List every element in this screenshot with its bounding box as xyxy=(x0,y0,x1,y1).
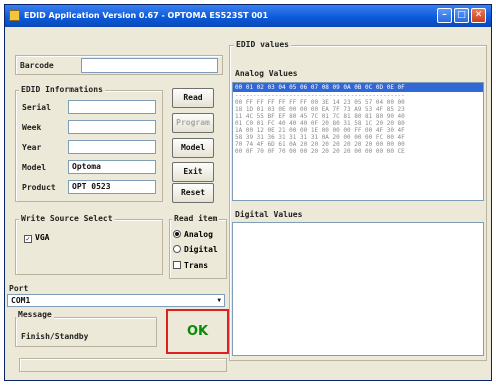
hex-row: 70 74 4F 6D 61 0A 20 20 20 20 20 20 20 0… xyxy=(235,141,405,148)
barcode-input[interactable] xyxy=(81,58,218,73)
vga-checkbox[interactable]: ✓ VGA xyxy=(24,233,49,243)
product-label: Product xyxy=(22,183,56,192)
app-window: EDID Application Version 0.67 - OPTOMA E… xyxy=(4,4,492,381)
vga-label: VGA xyxy=(35,233,50,242)
message-text: Finish/Standby xyxy=(21,332,89,341)
hex-row: 01 C0 01 FC 40 40 40 0F 20 80 31 58 1C 2… xyxy=(235,120,405,127)
read-item-title: Read item xyxy=(172,214,220,223)
close-icon[interactable]: ✕ xyxy=(471,8,486,23)
program-button[interactable]: Program xyxy=(172,113,214,133)
model-button[interactable]: Model xyxy=(172,138,214,158)
barcode-label: Barcode xyxy=(20,61,54,70)
week-field[interactable] xyxy=(68,120,156,134)
ok-status-indicator: OK xyxy=(166,309,229,354)
hex-row: 00 FF FF FF FF FF FF 00 3E 14 23 05 57 0… xyxy=(235,99,405,106)
serial-field[interactable] xyxy=(68,100,156,114)
hex-row: 00 0F 70 0F 70 00 00 20 20 20 20 00 00 0… xyxy=(235,148,405,155)
trans-checkbox[interactable]: Trans xyxy=(173,261,208,270)
product-field[interactable]: OPT 0523 xyxy=(68,180,156,194)
message-title: Message xyxy=(16,310,54,319)
hex-row: 18 1D 01 03 0E 00 00 00 EA 7F 73 A9 53 4… xyxy=(235,106,405,113)
analog-hex-view[interactable]: 00 01 02 03 04 05 06 07 08 09 0A 0B 0C 0… xyxy=(232,82,484,201)
chevron-down-icon: ▼ xyxy=(217,297,221,304)
checkbox-checked-icon: ✓ xyxy=(24,235,32,243)
minimize-icon[interactable]: – xyxy=(437,8,452,23)
hex-row: 11 4C 55 BF EF 80 45 7C 01 7C 81 80 81 8… xyxy=(235,113,405,120)
serial-label: Serial xyxy=(22,103,51,112)
read-button[interactable]: Read xyxy=(172,88,214,108)
trans-label: Trans xyxy=(184,261,209,270)
app-icon xyxy=(9,10,20,21)
title-bar[interactable]: EDID Application Version 0.67 - OPTOMA E… xyxy=(5,5,491,27)
status-bar xyxy=(19,358,227,372)
write-source-title: Write Source Select xyxy=(19,214,115,223)
analog-label: Analog xyxy=(184,230,213,239)
hex-row: 1A 00 12 0E 21 00 00 1E 00 00 00 FF 00 4… xyxy=(235,127,405,134)
hex-divider: ----------------------------------------… xyxy=(235,92,405,99)
analog-values-title: Analog Values xyxy=(235,69,298,78)
digital-hex-view[interactable] xyxy=(232,222,484,356)
analog-radio[interactable]: Analog xyxy=(173,230,213,239)
hex-header-row: 00 01 02 03 04 05 06 07 08 09 0A 0B 0C 0… xyxy=(233,83,483,92)
year-label: Year xyxy=(22,143,42,152)
year-field[interactable] xyxy=(68,140,156,154)
reset-button[interactable]: Reset xyxy=(172,183,214,203)
exit-button[interactable]: Exit xyxy=(172,162,214,182)
model-field[interactable]: Optoma xyxy=(68,160,156,174)
checkbox-unchecked-icon xyxy=(173,261,181,269)
window-title: EDID Application Version 0.67 - OPTOMA E… xyxy=(24,11,269,20)
edid-values-title: EDID values xyxy=(234,40,291,49)
edid-info-title: EDID Informations xyxy=(19,85,105,94)
port-value: COM1 xyxy=(11,296,31,305)
port-select[interactable]: COM1 ▼ xyxy=(7,294,225,307)
radio-unselected-icon xyxy=(173,245,181,253)
hex-row: 58 39 31 36 31 31 31 31 0A 20 00 00 00 F… xyxy=(235,134,405,141)
week-label: Week xyxy=(22,123,42,132)
digital-label: Digital xyxy=(184,245,218,254)
radio-selected-icon xyxy=(173,230,181,238)
digital-values-title: Digital Values xyxy=(235,210,303,219)
digital-radio[interactable]: Digital xyxy=(173,245,218,254)
model-label: Model xyxy=(22,163,47,172)
port-label: Port xyxy=(9,284,29,293)
maximize-icon[interactable]: □ xyxy=(454,8,469,23)
write-source-group xyxy=(15,219,163,275)
